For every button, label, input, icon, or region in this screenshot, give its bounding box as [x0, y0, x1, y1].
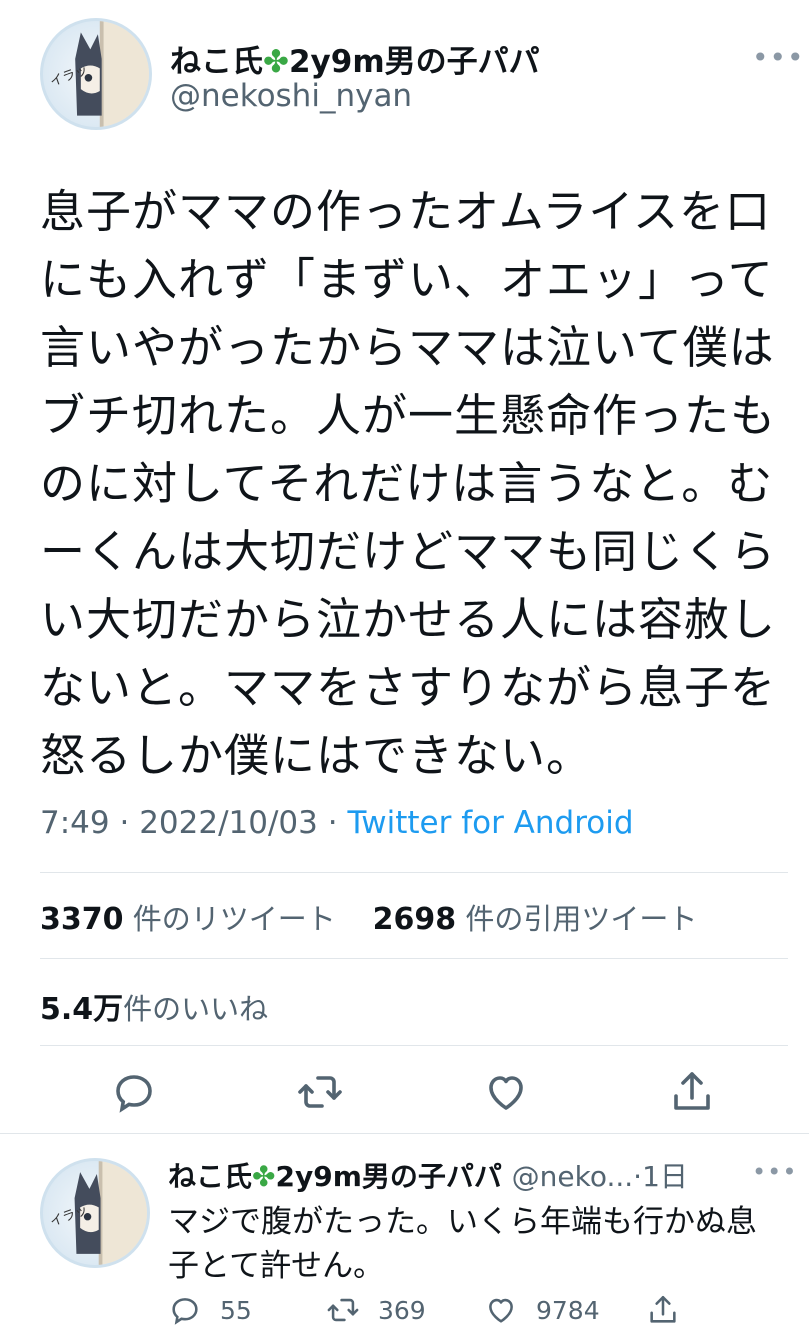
retweet-count: 3370: [40, 902, 124, 937]
tweet-source-link[interactable]: Twitter for Android: [347, 805, 633, 841]
reply-avatar[interactable]: イラッ: [40, 1158, 150, 1268]
heart-icon: [489, 1298, 513, 1323]
reply-author-name-suffix: 2y9m男の子パパ: [275, 1160, 502, 1193]
tweet-meta: 7:49 · 2022/10/03 · Twitter for Android: [40, 805, 634, 841]
quote-label: 件の引用ツイート: [465, 902, 698, 936]
more-options-icon[interactable]: •••: [752, 44, 805, 72]
author-name-text: ねこ氏: [170, 44, 263, 80]
divider: [40, 872, 788, 873]
retweet-label: 件のリツイート: [132, 902, 336, 936]
author-name-suffix: 2y9m男の子パパ: [288, 44, 540, 80]
quote-stat[interactable]: 2698 件の引用ツイート: [372, 902, 698, 937]
tweet-text: 息子がママの作ったオムライスを口にも入れず「まずい、オエッ」って言いやがったから…: [40, 185, 777, 782]
share-icon: [650, 1295, 676, 1323]
reply-retweet-count: 369: [378, 1295, 426, 1325]
author-handle[interactable]: @nekoshi_nyan: [170, 78, 412, 114]
share-icon: [674, 1072, 710, 1110]
reply-text: マジで腹がたった。いくら年端も行かぬ息子とて許せん。: [168, 1204, 757, 1284]
reply-author-name[interactable]: ねこ氏✤2y9m男の子パパ @neko...·1日: [168, 1155, 688, 1195]
meta-separator: ·: [317, 805, 348, 841]
reply-button[interactable]: [110, 1068, 158, 1116]
retweet-icon: [298, 1076, 342, 1108]
quote-count: 2698: [372, 902, 457, 937]
four-leaf-clover-icon: ✤: [252, 1160, 276, 1193]
retweet-icon: [327, 1298, 359, 1322]
divider: [40, 1045, 788, 1046]
retweet-button[interactable]: [296, 1068, 344, 1116]
avatar[interactable]: イラッ: [40, 18, 152, 130]
reply-author-name-text: ねこ氏: [168, 1160, 253, 1193]
reply-handle[interactable]: @neko...: [512, 1160, 634, 1193]
reply-icon: [172, 1298, 198, 1325]
reply-time[interactable]: ·1日: [633, 1160, 688, 1193]
tweet-time[interactable]: 7:49: [40, 805, 110, 841]
reply-more-options-icon[interactable]: •••: [752, 1160, 797, 1184]
like-label: 件のいいね: [123, 992, 269, 1026]
retweet-stat[interactable]: 3370 件のリツイート: [40, 902, 336, 937]
section-divider: [0, 1133, 809, 1134]
share-button[interactable]: [668, 1068, 716, 1116]
reply-like-count: 9784: [536, 1295, 600, 1325]
author-name[interactable]: ねこ氏✤2y9m男の子パパ: [170, 36, 540, 81]
reply-icon: [116, 1075, 152, 1113]
like-button[interactable]: [482, 1068, 530, 1116]
stats-row: 3370 件のリツイート 2698 件の引用ツイート: [40, 896, 697, 938]
like-count: 5.4万: [40, 992, 124, 1027]
tweet-date[interactable]: 2022/10/03: [139, 805, 318, 841]
meta-separator: ·: [109, 805, 140, 841]
divider: [40, 958, 788, 959]
heart-icon: [489, 1076, 523, 1110]
four-leaf-clover-icon: ✤: [263, 44, 289, 80]
reply-reply-count: 55: [220, 1295, 252, 1325]
likes-row[interactable]: 5.4万件のいいね: [40, 984, 268, 1028]
